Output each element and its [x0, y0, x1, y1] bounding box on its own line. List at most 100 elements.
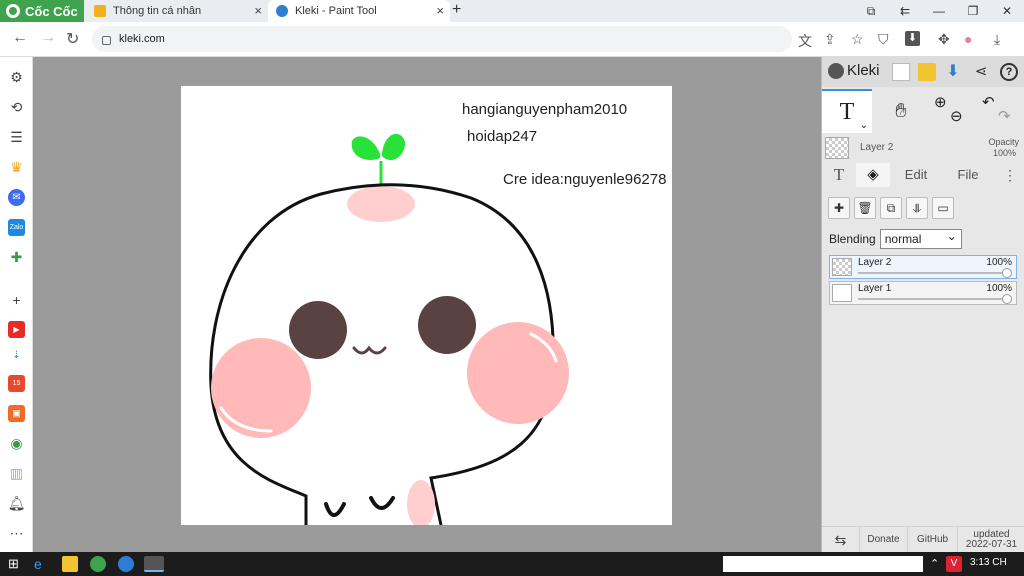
add-layer-icon[interactable]: ✚ [828, 197, 850, 219]
github-link[interactable]: GitHub [908, 527, 958, 553]
layer-thumbnail [825, 137, 849, 159]
back-icon[interactable]: ← [12, 29, 28, 47]
add-icon[interactable]: + [8, 291, 25, 308]
canvas-text-credit: Cre idea:nguyenle96278 [503, 171, 667, 188]
tab-profile[interactable]: Thông tin cá nhân × [86, 0, 268, 22]
merge-down-icon[interactable]: ⥥ [906, 197, 928, 219]
messenger-icon[interactable]: ✉ [8, 189, 25, 206]
notification-bell-icon[interactable]: 🔔︎ [8, 495, 26, 512]
list-icon[interactable]: ☰ [8, 129, 25, 146]
download-icon[interactable]: ⬇ [905, 31, 920, 46]
taskbar-search[interactable] [723, 556, 923, 572]
restore-icon[interactable]: ❐ [956, 0, 990, 22]
layer-thumbnail [832, 284, 852, 302]
extensions-icon[interactable]: ✥ [938, 31, 950, 48]
slider-knob[interactable] [1002, 268, 1012, 278]
layer-item-layer-2[interactable]: Layer 2 100% [829, 255, 1017, 279]
shop-icon[interactable]: ▣ [8, 405, 25, 422]
zoom-buttons[interactable]: ⊕ ⊖ [928, 89, 970, 133]
pig-icon[interactable]: ● [964, 31, 972, 47]
forward-icon[interactable]: → [40, 29, 56, 47]
tab-edit[interactable]: Edit [892, 163, 940, 187]
undo-redo-buttons[interactable]: ↶ ↷ [974, 89, 1020, 133]
hand-tool-button[interactable]: ✋︎ [880, 89, 922, 133]
chevron-down-icon[interactable]: ⌄ [860, 120, 868, 131]
share-icon[interactable]: ⋖ [972, 63, 990, 81]
close-window-icon[interactable]: ✕ [990, 0, 1024, 22]
minimize-icon[interactable]: — [922, 0, 956, 22]
redo-icon[interactable]: ↷ [998, 107, 1011, 125]
close-tab-icon[interactable]: × [254, 3, 262, 18]
bookmark-star-icon[interactable]: ☆ [851, 31, 864, 48]
cart-icon[interactable]: ▥ [8, 465, 25, 482]
history-icon[interactable]: ⟲ [8, 99, 25, 116]
crown-icon[interactable]: ♛ [8, 159, 25, 176]
tray-up-icon[interactable]: ⌃ [930, 556, 946, 572]
slider-knob[interactable] [1002, 294, 1012, 304]
mouth [352, 345, 387, 355]
zoom-in-icon[interactable]: ⊕ [934, 93, 947, 111]
save-download-icon[interactable]: ⬇ [944, 63, 962, 81]
new-tab-icon[interactable]: + [452, 1, 461, 19]
text-tool-button[interactable]: T ⌄ [822, 89, 872, 133]
more-icon[interactable]: ⋯ [8, 525, 25, 542]
back-history-icon[interactable]: ⇇ [888, 0, 922, 22]
layer-opacity-slider[interactable] [858, 272, 1008, 274]
layer-opacity: 100% [986, 283, 1012, 294]
layer-opacity-slider[interactable] [858, 298, 1008, 300]
windows-start-icon[interactable]: ⊞ [8, 556, 24, 572]
tab-file[interactable]: File [944, 163, 992, 187]
zalo-icon[interactable]: Zalo [8, 219, 25, 236]
settings-gear-icon[interactable]: ⚙ [8, 69, 25, 86]
tab-kleki[interactable]: Kleki - Paint Tool × [268, 0, 450, 22]
url-field[interactable]: kleki.com [92, 26, 792, 52]
help-icon[interactable]: ? [1000, 63, 1018, 81]
layer-item-layer-1[interactable]: Layer 1 100% [829, 281, 1017, 305]
blending-select[interactable]: normal [879, 227, 962, 249]
rename-layer-icon[interactable]: ▭ [932, 197, 954, 219]
delete-layer-icon[interactable]: 🗑︎ [854, 197, 876, 219]
open-folder-icon[interactable] [918, 63, 936, 81]
active-browser-icon[interactable] [144, 556, 164, 572]
close-tab-icon[interactable]: × [436, 3, 444, 18]
coccoc-taskbar-icon[interactable] [90, 556, 106, 572]
right-paw [369, 496, 395, 510]
left-eye [289, 301, 347, 359]
new-image-icon[interactable] [892, 63, 910, 81]
updated-info[interactable]: updated 2022-07-31 [958, 527, 1024, 553]
shield-icon[interactable]: ⛉ [878, 31, 889, 48]
file-explorer-icon[interactable] [62, 556, 78, 572]
translate-icon[interactable]: 文 [798, 31, 812, 51]
downloads-tray-icon[interactable]: ⤓ [994, 31, 1000, 48]
undo-icon[interactable]: ↶ [982, 93, 995, 111]
youtube-icon[interactable]: ▶ [8, 321, 25, 338]
share-icon[interactable]: ⇪ [824, 31, 836, 48]
swap-side-icon[interactable]: ⇆ [822, 527, 860, 553]
calendar-icon[interactable]: 15 [8, 375, 25, 392]
browser-brand[interactable]: Cốc Cốc [0, 0, 84, 22]
tab-layers[interactable]: ◈ [856, 163, 890, 187]
taskbar-clock[interactable]: 3:13 CH [970, 557, 1007, 568]
reload-icon[interactable]: ↻ [66, 29, 79, 49]
hand-icon: ✋︎ [895, 99, 907, 122]
download-arrow-icon[interactable]: ⇣ [8, 347, 25, 364]
layer-name: Layer 2 [858, 257, 892, 268]
zoom-out-icon[interactable]: ⊖ [950, 107, 963, 125]
sprout-leaf-right [382, 133, 406, 161]
duplicate-layer-icon[interactable]: ⧉ [880, 197, 902, 219]
kleki-logo-icon [828, 62, 844, 79]
donate-link[interactable]: Donate [860, 527, 908, 553]
drawing-canvas[interactable]: hangianguyenpham2010 hoidap247 Cre idea:… [181, 86, 672, 525]
chat-icon[interactable]: ◉ [8, 435, 25, 452]
screenshot-icon[interactable]: ⧉ [854, 0, 888, 22]
current-layer-info: Layer 2 Opacity 100% [822, 135, 1024, 163]
more-options-icon[interactable]: ⋮ [998, 163, 1022, 187]
blending-label: Blending [829, 232, 876, 246]
kleki-logo[interactable]: Kleki [828, 62, 880, 79]
antivirus-icon[interactable]: V [946, 556, 962, 572]
url-text: kleki.com [119, 33, 165, 45]
game-controller-icon[interactable]: ✚ [8, 249, 25, 266]
tab-tool-settings[interactable]: T [822, 163, 856, 187]
edge-icon[interactable]: e [34, 556, 50, 572]
chat-app-icon[interactable] [118, 556, 134, 572]
